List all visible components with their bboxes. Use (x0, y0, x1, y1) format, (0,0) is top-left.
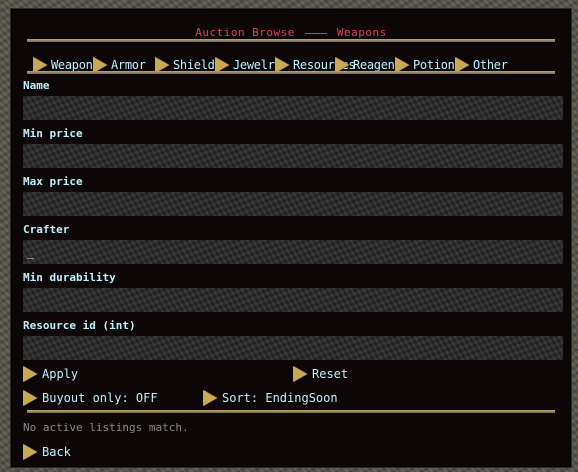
gold-arrow-icon (293, 366, 307, 382)
title-left: Auction Browse (195, 26, 295, 39)
sort-button[interactable]: Sort: EndingSoon (203, 390, 338, 406)
gold-arrow-icon (23, 366, 37, 382)
tab-label: Weapon (51, 58, 93, 72)
reset-button[interactable]: Reset (293, 366, 348, 382)
crafter-label: Crafter (23, 223, 70, 236)
name-field[interactable] (23, 96, 563, 120)
apply-button[interactable]: Apply (23, 366, 78, 382)
title-right: Weapons (336, 26, 387, 39)
resource-id-field[interactable] (23, 336, 563, 360)
buyout-only-toggle[interactable]: Buyout only: OFF (23, 390, 158, 406)
max-price-label: Max price (23, 175, 83, 188)
crafter-field[interactable] (23, 240, 563, 264)
min-price-label: Min price (23, 127, 83, 140)
top-divider (27, 39, 555, 42)
auction-browse-window: Auction Browse Weapons Weapon Armor Shiel… (10, 8, 572, 468)
sort-label: Sort: EndingSoon (222, 391, 338, 405)
window-title: Auction Browse Weapons (11, 26, 571, 39)
gold-arrow-icon (203, 390, 217, 406)
reset-label: Reset (312, 367, 349, 381)
gold-arrow-icon (23, 390, 37, 406)
gold-arrow-icon (23, 444, 37, 460)
status-message: No active listings match. (23, 421, 189, 434)
apply-label: Apply (42, 367, 79, 381)
min-durability-field[interactable] (23, 288, 563, 312)
tabs-divider (27, 71, 555, 74)
tab-label: Other (473, 58, 508, 72)
name-label: Name (23, 79, 50, 92)
title-separator (304, 32, 327, 34)
max-price-field[interactable] (23, 192, 563, 216)
tab-label: Armor (111, 58, 146, 72)
bottom-divider (27, 410, 555, 413)
min-price-field[interactable] (23, 144, 563, 168)
back-label: Back (42, 445, 71, 459)
resource-id-label: Resource id (int) (23, 319, 136, 332)
min-durability-label: Min durability (23, 271, 116, 284)
back-button[interactable]: Back (23, 444, 71, 460)
buyout-only-label: Buyout only: OFF (42, 391, 158, 405)
